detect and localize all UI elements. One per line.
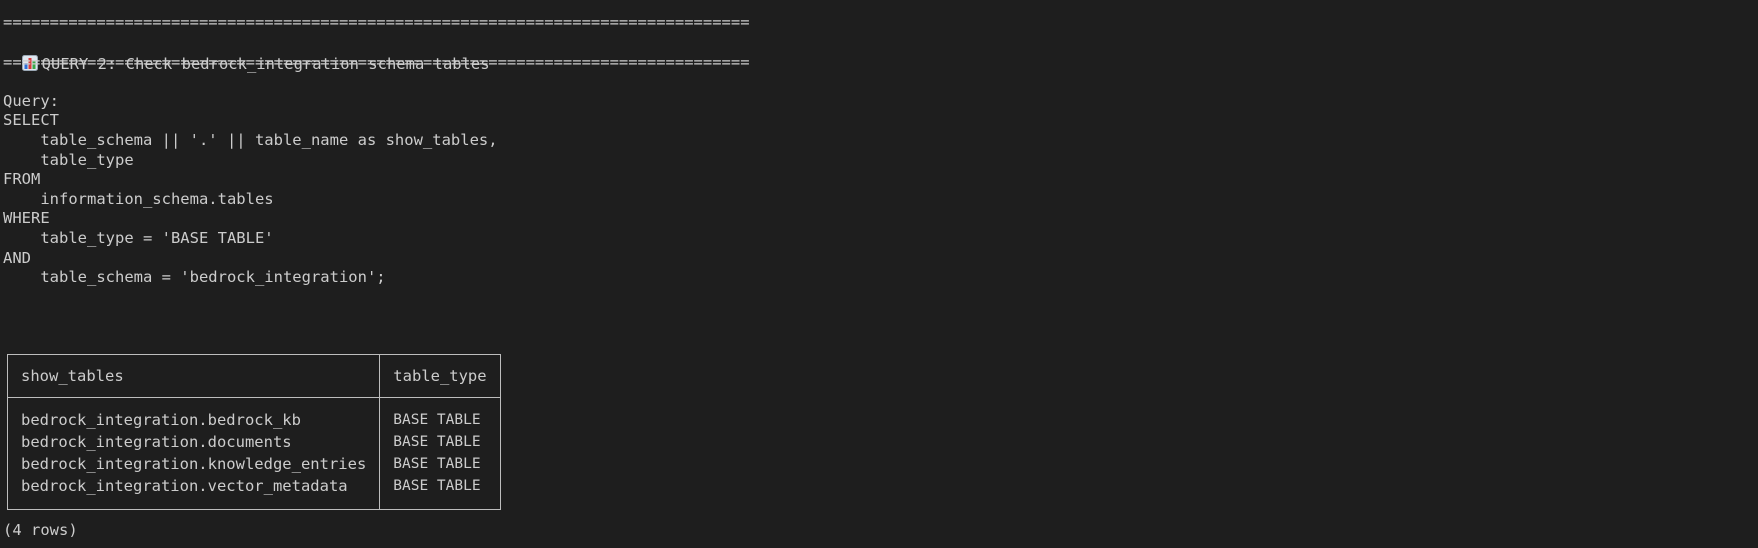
query-line: WHERE <box>3 209 50 227</box>
table-cell: BASE TABLE <box>393 412 481 428</box>
row-count: (4 rows) <box>3 521 78 539</box>
separator-top: ========================================… <box>3 13 750 31</box>
query-line: table_schema = 'bedrock_integration'; <box>3 268 386 286</box>
query-header: QUERY 2: Check bedrock_integration schem… <box>3 31 490 73</box>
query-line: FROM <box>3 170 41 188</box>
query-line: table_schema || '.' || table_name as sho… <box>3 131 498 149</box>
show-tables-column: bedrock_integration.bedrock_kb bedrock_i… <box>6 397 381 510</box>
query-line: table_type = 'BASE TABLE' <box>3 229 274 247</box>
table-cell: bedrock_integration.documents <box>21 433 292 451</box>
table-type-column: BASE TABLE BASE TABLE BASE TABLE BASE TA… <box>379 397 502 510</box>
table-cell: BASE TABLE <box>393 478 481 494</box>
result-table: show_tables table_type bedrock_integrati… <box>6 354 502 510</box>
column-header-show-tables: show_tables <box>6 354 381 398</box>
table-cell: BASE TABLE <box>393 434 481 450</box>
query-line: SELECT <box>3 111 59 129</box>
separator-bottom: ========================================… <box>3 53 750 71</box>
table-cell: BASE TABLE <box>393 456 481 472</box>
table-cell: bedrock_integration.knowledge_entries <box>21 455 367 473</box>
table-cell: bedrock_integration.vector_metadata <box>21 477 348 495</box>
table-cell: bedrock_integration.bedrock_kb <box>21 411 301 429</box>
column-header-table-type: table_type <box>379 354 502 398</box>
table-body: bedrock_integration.bedrock_kb bedrock_i… <box>6 397 502 510</box>
table-header-row: show_tables table_type <box>6 354 502 398</box>
